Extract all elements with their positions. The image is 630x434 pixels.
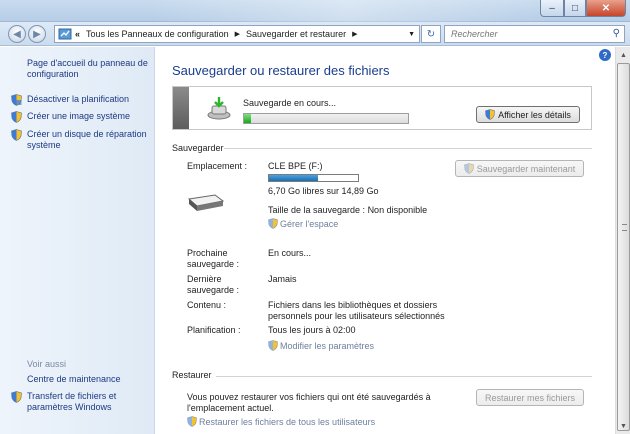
schedule-value: Tous les jours à 02:00 bbox=[268, 325, 356, 335]
uac-shield-icon bbox=[11, 391, 22, 403]
title-bar: – □ ✕ bbox=[0, 0, 630, 22]
disk-capacity-fill bbox=[269, 175, 318, 181]
restore-all-users-link[interactable]: Restaurer les fichiers de tous les utili… bbox=[187, 416, 375, 427]
capacity-text: 6,70 Go libres sur 14,89 Go bbox=[268, 186, 379, 196]
contents-value: Fichiers dans les bibliothèques et dossi… bbox=[268, 300, 445, 321]
uac-shield-icon bbox=[11, 94, 22, 106]
back-button[interactable]: ◀ bbox=[8, 25, 26, 43]
next-backup-label: Prochaine sauvegarde : bbox=[187, 248, 240, 269]
back-arrow-icon: ◀ bbox=[13, 28, 21, 40]
backup-now-label: Sauvegarder maintenant bbox=[476, 163, 576, 174]
scrollbar-thumb[interactable] bbox=[617, 63, 630, 431]
address-toolbar: ◀ ▶ « Tous les Panneaux de configuration… bbox=[0, 22, 630, 46]
sidebar-easy-transfer-link[interactable]: Transfert de fichiers et paramètres Wind… bbox=[27, 391, 149, 413]
restore-all-users-label: Restaurer les fichiers de tous les utili… bbox=[199, 416, 376, 427]
uac-shield-icon bbox=[268, 218, 278, 229]
restore-section-title: Restaurer bbox=[172, 370, 212, 380]
page-title: Sauvegarder ou restaurer des fichiers bbox=[172, 63, 390, 78]
uac-shield-icon bbox=[11, 111, 22, 123]
breadcrumb-backup-restore[interactable]: Sauvegarder et restaurer bbox=[246, 29, 346, 39]
minimize-button[interactable]: – bbox=[540, 0, 564, 17]
sidebar-action-center-link[interactable]: Centre de maintenance bbox=[27, 374, 149, 385]
disk-capacity-bar bbox=[268, 174, 359, 182]
last-backup-value: Jamais bbox=[268, 274, 297, 284]
contents-label: Contenu : bbox=[187, 300, 227, 310]
uac-shield-icon bbox=[485, 109, 495, 120]
uac-shield-icon bbox=[463, 163, 474, 174]
usb-drive-icon bbox=[187, 194, 225, 211]
breadcrumb-separator-icon[interactable]: ▶ bbox=[352, 30, 357, 38]
control-panel-icon bbox=[58, 28, 72, 40]
uac-shield-icon bbox=[11, 129, 22, 141]
show-details-label: Afficher les détails bbox=[498, 109, 571, 120]
search-input[interactable] bbox=[445, 26, 605, 42]
uac-shield-icon bbox=[187, 416, 197, 427]
backup-section-title: Sauvegarder bbox=[172, 143, 224, 153]
backup-progress-icon bbox=[207, 97, 231, 120]
sidebar-disable-schedule-link[interactable]: Désactiver la planification bbox=[27, 94, 149, 105]
progress-label: Sauvegarde en cours... bbox=[243, 98, 337, 108]
next-backup-value: En cours... bbox=[268, 248, 312, 258]
section-divider bbox=[216, 376, 592, 377]
breadcrumb-all-control-panel[interactable]: Tous les Panneaux de configuration bbox=[86, 29, 229, 39]
forward-button[interactable]: ▶ bbox=[28, 25, 46, 43]
backup-progress-bar bbox=[243, 113, 409, 124]
breadcrumb-separator-icon[interactable]: ▶ bbox=[235, 30, 240, 38]
address-overflow[interactable]: « bbox=[75, 29, 80, 39]
scroll-down-icon[interactable]: ▼ bbox=[617, 419, 630, 433]
change-settings-link[interactable]: Modifier les paramètres bbox=[268, 340, 374, 351]
see-also-heading: Voir aussi bbox=[27, 359, 67, 369]
main-content: ? Sauvegarder ou restaurer des fichiers … bbox=[156, 47, 615, 434]
vertical-scrollbar[interactable]: ▲ ▼ bbox=[615, 47, 630, 434]
search-icon[interactable]: ⚲ bbox=[613, 28, 620, 39]
section-divider bbox=[224, 148, 592, 149]
search-box[interactable]: ⚲ bbox=[444, 25, 625, 43]
backup-size-text: Taille de la sauvegarde : Non disponible bbox=[268, 205, 428, 215]
change-settings-label: Modifier les paramètres bbox=[280, 340, 375, 351]
last-backup-label: Dernière sauvegarde : bbox=[187, 274, 240, 295]
refresh-icon: ↻ bbox=[426, 28, 436, 40]
address-field[interactable]: « Tous les Panneaux de configuration ▶ S… bbox=[54, 25, 420, 43]
forward-arrow-icon: ▶ bbox=[33, 28, 41, 40]
sidebar: Page d'accueil du panneau de configurati… bbox=[0, 47, 155, 434]
backup-now-button[interactable]: Sauvegarder maintenant bbox=[455, 160, 584, 177]
help-icon[interactable]: ? bbox=[599, 49, 611, 61]
schedule-label: Planification : bbox=[187, 325, 241, 335]
address-dropdown-icon[interactable]: ▼ bbox=[408, 31, 415, 38]
sidebar-repair-disc-link[interactable]: Créer un disque de réparation système bbox=[27, 129, 149, 151]
backup-progress-fill bbox=[244, 114, 251, 123]
window-controls: – □ ✕ bbox=[540, 0, 626, 17]
manage-space-link[interactable]: Gérer l'espace bbox=[268, 218, 338, 229]
scroll-up-icon[interactable]: ▲ bbox=[617, 48, 630, 62]
location-value: CLE BPE (F:) bbox=[268, 161, 323, 171]
show-details-button[interactable]: Afficher les détails bbox=[476, 106, 580, 123]
sidebar-home-link[interactable]: Page d'accueil du panneau de configurati… bbox=[27, 58, 149, 80]
restore-description: Vous pouvez restaurer vos fichiers qui o… bbox=[187, 392, 431, 413]
location-label: Emplacement : bbox=[187, 161, 248, 171]
restore-my-files-label: Restaurer mes fichiers bbox=[484, 392, 576, 403]
uac-shield-icon bbox=[268, 340, 278, 351]
refresh-button[interactable]: ↻ bbox=[421, 25, 441, 43]
sidebar-system-image-link[interactable]: Créer une image système bbox=[27, 111, 149, 122]
close-button[interactable]: ✕ bbox=[586, 0, 626, 17]
manage-space-label: Gérer l'espace bbox=[280, 218, 339, 229]
maximize-button[interactable]: □ bbox=[564, 0, 586, 17]
restore-my-files-button[interactable]: Restaurer mes fichiers bbox=[476, 389, 584, 406]
